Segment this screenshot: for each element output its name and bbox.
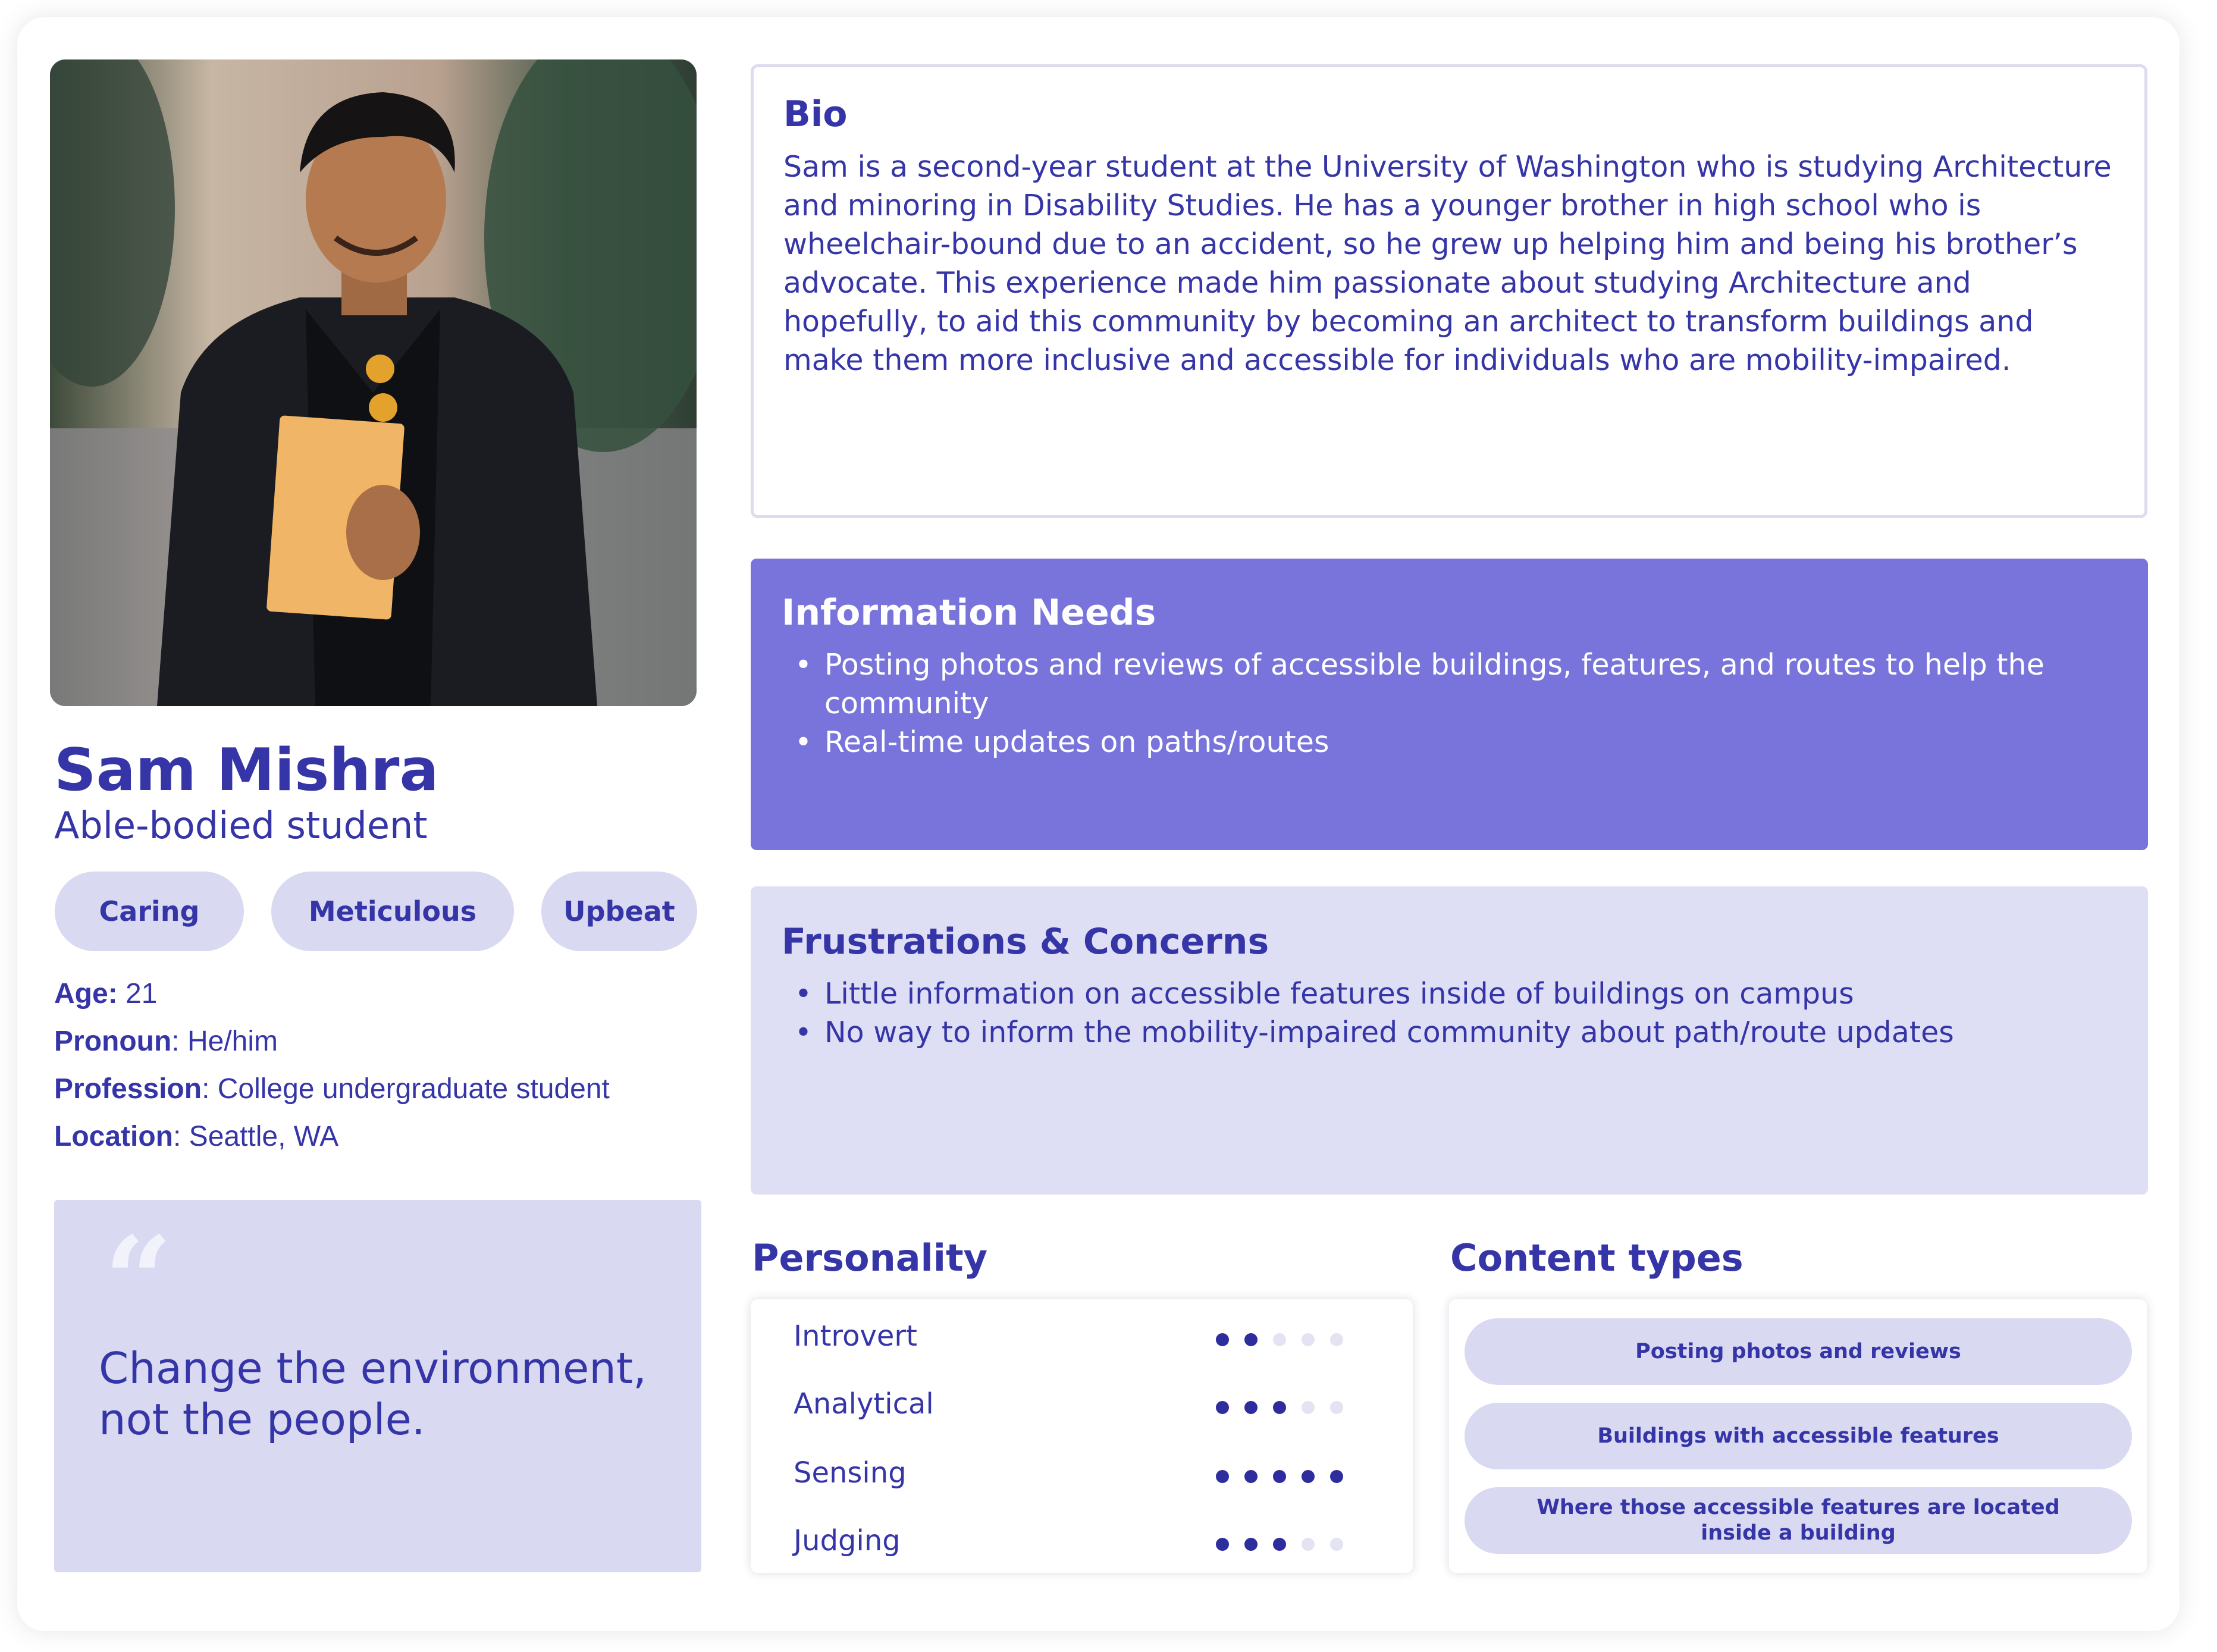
information-needs-section: Information Needs Posting photos and rev… <box>751 559 2148 850</box>
trait-sensing: Sensing <box>794 1456 907 1490</box>
trait-analytical: Analytical <box>794 1387 934 1421</box>
fact-age: Age: 21 <box>54 970 610 1018</box>
dot-empty <box>1330 1538 1343 1551</box>
trait-meter-judging <box>1216 1538 1359 1552</box>
fact-label: Profession <box>54 1073 202 1105</box>
dot-filled <box>1244 1333 1258 1346</box>
dot-empty <box>1302 1333 1315 1346</box>
frustrations-section: Frustrations & Concerns Little informati… <box>751 886 2148 1195</box>
dot-filled <box>1244 1401 1258 1414</box>
information-needs-title: Information Needs <box>782 592 1156 634</box>
list-item: Posting photos and reviews of accessible… <box>782 645 2078 723</box>
quote-box: “ Change the environment, not the people… <box>54 1200 701 1572</box>
content-types-title: Content types <box>1450 1236 1744 1280</box>
list-item: No way to inform the mobility-impaired c… <box>782 1013 2078 1052</box>
dot-empty <box>1302 1538 1315 1551</box>
trait-meter-analytical <box>1216 1401 1359 1415</box>
persona-role: Able-bodied student <box>54 804 428 847</box>
information-needs-list: Posting photos and reviews of accessible… <box>782 645 2078 761</box>
dot-filled <box>1216 1470 1229 1483</box>
dot-empty <box>1330 1401 1343 1414</box>
trait-meter-introvert <box>1216 1333 1359 1347</box>
personality-title: Personality <box>752 1236 988 1280</box>
fact-value: : Seattle, WA <box>173 1121 339 1152</box>
trait-judging: Judging <box>794 1524 901 1557</box>
trait-introvert: Introvert <box>794 1319 917 1353</box>
dot-filled <box>1273 1470 1286 1483</box>
personality-panel: Introvert Analytical Sensing Judging <box>751 1299 1413 1573</box>
dot-filled <box>1216 1333 1229 1346</box>
dot-empty <box>1302 1401 1315 1414</box>
dot-filled <box>1273 1538 1286 1551</box>
fact-value: : College undergraduate student <box>202 1073 610 1105</box>
dot-empty <box>1330 1333 1343 1346</box>
fact-label: Location <box>54 1121 173 1152</box>
dot-filled <box>1244 1538 1258 1551</box>
bio-section: Bio Sam is a second-year student at the … <box>751 64 2147 518</box>
fact-value: 21 <box>117 978 158 1010</box>
dot-filled <box>1302 1470 1315 1483</box>
fact-label: Pronoun <box>54 1026 172 1057</box>
fact-profession: Profession: College undergraduate studen… <box>54 1065 610 1113</box>
bio-text: Sam is a second-year student at the Univ… <box>783 150 2112 377</box>
content-types-panel: Posting photos and reviews Buildings wit… <box>1449 1299 2147 1573</box>
dot-filled <box>1273 1401 1286 1414</box>
dot-empty <box>1273 1333 1286 1346</box>
fact-label: Age: <box>54 978 118 1010</box>
fact-pronoun: Pronoun: He/him <box>54 1018 610 1065</box>
frustrations-title: Frustrations & Concerns <box>782 921 1269 963</box>
persona-name: Sam Mishra <box>54 736 439 804</box>
trait-meter-sensing <box>1216 1470 1359 1484</box>
list-item: Little information on accessible feature… <box>782 974 2078 1013</box>
tag-upbeat: Upbeat <box>541 872 697 951</box>
bio-title: Bio <box>783 93 848 135</box>
quote-text: Change the environment, not the people. <box>99 1343 647 1444</box>
tag-caring: Caring <box>55 872 244 951</box>
fact-location: Location: Seattle, WA <box>54 1113 610 1161</box>
content-type-pill: Buildings with accessible features <box>1465 1403 2132 1469</box>
persona-facts: Age: 21 Pronoun: He/him Profession: Coll… <box>54 970 610 1161</box>
tag-meticulous: Meticulous <box>271 872 514 951</box>
dot-filled <box>1216 1401 1229 1414</box>
dot-filled <box>1330 1470 1343 1483</box>
persona-photo <box>50 59 697 706</box>
fact-value: : He/him <box>171 1026 278 1057</box>
dot-filled <box>1244 1470 1258 1483</box>
quote-mark-icon: “ <box>104 1211 173 1350</box>
content-type-pill: Where those accessible features are loca… <box>1465 1487 2132 1554</box>
frustrations-list: Little information on accessible feature… <box>782 974 2078 1052</box>
list-item: Real-time updates on paths/routes <box>782 723 2078 761</box>
dot-filled <box>1216 1538 1229 1551</box>
content-type-pill: Posting photos and reviews <box>1465 1318 2132 1385</box>
